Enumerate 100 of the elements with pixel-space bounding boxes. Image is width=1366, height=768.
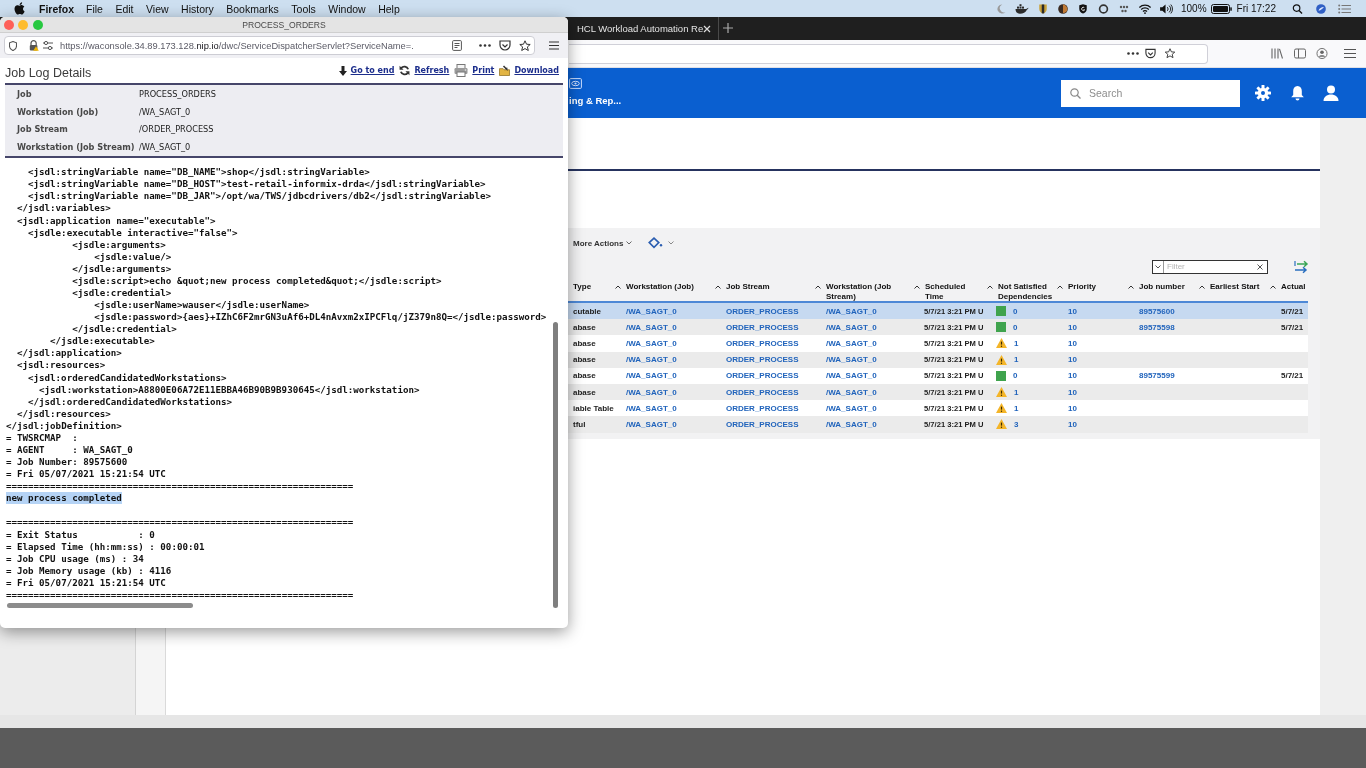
column-header[interactable]: Priority xyxy=(1057,280,1128,292)
workstation-link[interactable]: /WA_SAGT_0 xyxy=(826,403,877,413)
column-header[interactable]: Workstation (Job) xyxy=(615,280,715,292)
icon-dropdown-button[interactable] xyxy=(648,237,675,249)
column-header[interactable]: Actual xyxy=(1270,280,1308,292)
shield-icon[interactable] xyxy=(9,40,17,51)
shield-icon[interactable] xyxy=(1077,3,1088,14)
menu-item[interactable]: Bookmarks xyxy=(226,2,279,15)
caret-icon[interactable] xyxy=(1155,265,1161,269)
workstation-link[interactable]: /WA_SAGT_0 xyxy=(626,338,677,348)
dots-icon[interactable] xyxy=(1118,3,1129,14)
action-link[interactable]: Print xyxy=(454,64,495,77)
priority-link[interactable]: 10 xyxy=(1068,403,1077,413)
lock-icon[interactable] xyxy=(29,40,39,51)
workstation-link[interactable]: /WA_SAGT_0 xyxy=(826,355,877,365)
sidebar-icon[interactable] xyxy=(1294,48,1306,59)
menu-icon[interactable] xyxy=(549,41,559,50)
star-icon[interactable] xyxy=(519,39,531,52)
bell-icon[interactable] xyxy=(1290,85,1305,101)
menu-item[interactable]: Tools xyxy=(291,2,316,15)
dependency-count-link[interactable]: 1 xyxy=(1014,355,1019,365)
workstation-link[interactable]: /WA_SAGT_0 xyxy=(826,338,877,348)
job-stream-link[interactable]: ORDER_PROCESS xyxy=(726,338,799,348)
job-stream-link[interactable]: ORDER_PROCESS xyxy=(726,355,799,365)
clear-icon[interactable] xyxy=(1257,264,1263,270)
action-link[interactable]: Go to end xyxy=(338,65,395,76)
orb-icon[interactable] xyxy=(1315,3,1327,14)
priority-link[interactable]: 10 xyxy=(1068,419,1077,429)
workstation-link[interactable]: /WA_SAGT_0 xyxy=(626,371,677,381)
address-field[interactable] xyxy=(569,43,1208,64)
speaker-icon[interactable] xyxy=(1158,3,1173,14)
column-header[interactable]: Job Stream xyxy=(715,280,815,292)
workstation-link[interactable]: /WA_SAGT_0 xyxy=(826,306,877,316)
apple-icon[interactable] xyxy=(14,2,25,15)
priority-link[interactable]: 10 xyxy=(1068,355,1077,365)
column-header[interactable]: Workstation (Job Stream) xyxy=(815,280,914,302)
dependency-count-link[interactable]: 0 xyxy=(1013,371,1018,381)
settings-icon[interactable] xyxy=(1255,85,1271,101)
priority-link[interactable]: 10 xyxy=(1068,322,1077,332)
whale-icon[interactable] xyxy=(1014,3,1029,14)
reader-icon[interactable] xyxy=(452,40,462,51)
column-header[interactable]: Earliest Start xyxy=(1199,280,1270,292)
job-stream-link[interactable]: ORDER_PROCESS xyxy=(726,403,799,413)
menu-item[interactable]: Edit xyxy=(115,2,134,15)
priority-link[interactable]: 10 xyxy=(1068,338,1077,348)
ring-icon[interactable] xyxy=(1097,3,1109,14)
search-icon[interactable] xyxy=(1292,3,1303,14)
job-number-link[interactable]: 89575599 xyxy=(1139,371,1175,381)
job-stream-link[interactable]: ORDER_PROCESS xyxy=(726,371,799,381)
menu-icon[interactable] xyxy=(1344,48,1356,59)
menu-item[interactable]: File xyxy=(86,2,103,15)
close-icon[interactable] xyxy=(703,24,712,33)
job-stream-link[interactable]: ORDER_PROCESS xyxy=(726,306,799,316)
job-stream-link[interactable]: ORDER_PROCESS xyxy=(726,387,799,397)
workstation-link[interactable]: /WA_SAGT_0 xyxy=(626,419,677,429)
wifi-icon[interactable] xyxy=(1137,3,1152,14)
workstation-link[interactable]: /WA_SAGT_0 xyxy=(626,322,677,332)
dependency-count-link[interactable]: 0 xyxy=(1013,306,1018,316)
app-menu[interactable]: Firefox xyxy=(39,2,74,15)
battery-icon[interactable] xyxy=(1210,3,1232,14)
dependency-count-link[interactable]: 3 xyxy=(1014,419,1019,429)
column-header[interactable]: Type xyxy=(568,280,615,292)
job-stream-link[interactable]: ORDER_PROCESS xyxy=(726,419,799,429)
menu-item[interactable]: History xyxy=(181,2,214,15)
workstation-link[interactable]: /WA_SAGT_0 xyxy=(826,322,877,332)
more-actions-button[interactable]: More Actions xyxy=(573,238,633,248)
sliders-icon[interactable] xyxy=(43,41,53,50)
horizontal-scrollbar[interactable] xyxy=(7,603,193,608)
workstation-link[interactable]: /WA_SAGT_0 xyxy=(826,371,877,381)
priority-link[interactable]: 10 xyxy=(1068,306,1077,316)
job-number-link[interactable]: 89575600 xyxy=(1139,306,1175,316)
priority-link[interactable]: 10 xyxy=(1068,387,1077,397)
plus-icon[interactable] xyxy=(723,23,733,33)
workstation-link[interactable]: /WA_SAGT_0 xyxy=(626,403,677,413)
shield-icon[interactable] xyxy=(1037,3,1048,14)
nav-tab[interactable]: ing & Rep... xyxy=(569,68,622,118)
column-header[interactable]: Job number xyxy=(1128,280,1199,292)
ball-icon[interactable] xyxy=(1057,3,1068,14)
arrows-icon[interactable] xyxy=(1294,260,1310,274)
star-icon[interactable] xyxy=(1164,48,1176,59)
account-icon[interactable] xyxy=(1316,48,1328,59)
dependency-count-link[interactable]: 1 xyxy=(1014,338,1019,348)
job-number-link[interactable]: 89575598 xyxy=(1139,322,1175,332)
column-header[interactable]: Scheduled Time xyxy=(914,280,987,302)
workstation-link[interactable]: /WA_SAGT_0 xyxy=(626,387,677,397)
priority-link[interactable]: 10 xyxy=(1068,371,1077,381)
action-link[interactable]: Refresh xyxy=(399,65,450,76)
pocket-icon[interactable] xyxy=(499,40,511,51)
library-icon[interactable] xyxy=(1271,48,1283,59)
menu-item[interactable]: Window xyxy=(328,2,366,15)
workstation-link[interactable]: /WA_SAGT_0 xyxy=(626,306,677,316)
workstation-link[interactable]: /WA_SAGT_0 xyxy=(826,419,877,429)
clock[interactable]: Fri 17:22 xyxy=(1236,3,1276,14)
action-link[interactable]: Download xyxy=(499,65,559,76)
search-field[interactable]: Search xyxy=(1061,79,1240,107)
vertical-scrollbar[interactable] xyxy=(553,322,558,609)
dependency-count-link[interactable]: 1 xyxy=(1014,387,1019,397)
dependency-count-link[interactable]: 0 xyxy=(1013,322,1018,332)
more-icon[interactable] xyxy=(479,44,491,47)
job-stream-link[interactable]: ORDER_PROCESS xyxy=(726,322,799,332)
